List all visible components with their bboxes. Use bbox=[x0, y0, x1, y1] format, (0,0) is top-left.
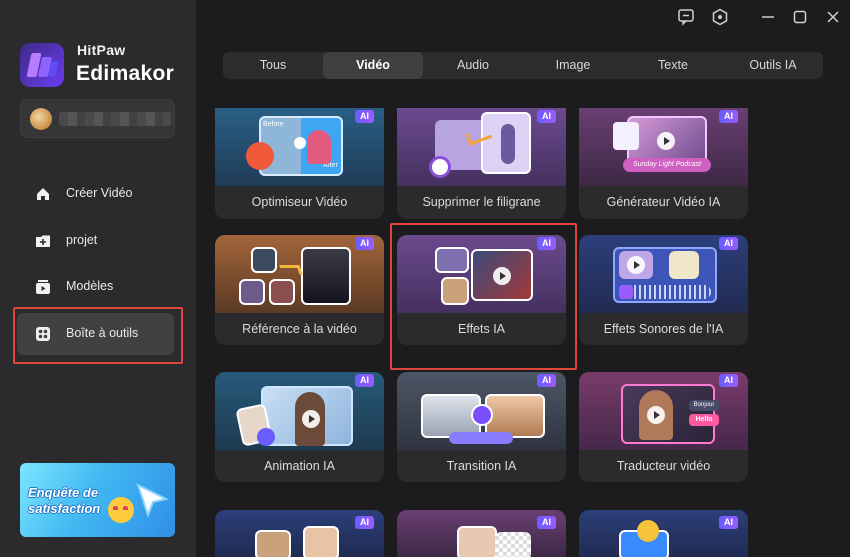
toolbox-highlight-box bbox=[13, 307, 183, 364]
tool-title: Animation IA bbox=[264, 459, 335, 473]
podcast-label: Sunday Light Podcast bbox=[623, 158, 711, 172]
settings-hexagon-icon[interactable] bbox=[711, 8, 729, 26]
brand-name-small: HitPaw bbox=[77, 42, 126, 58]
tool-card-partial[interactable]: AI bbox=[579, 510, 748, 557]
sidebar-item-label: projet bbox=[66, 233, 98, 247]
ai-badge: AI bbox=[537, 374, 556, 387]
document-icon bbox=[669, 251, 699, 279]
tool-title: Transition IA bbox=[446, 459, 517, 473]
tool-card-video-translator[interactable]: Bonjour Hello AI Traducteur vidéo bbox=[579, 372, 748, 482]
tool-card-video-enhancer[interactable]: Before After AI Optimiseur Vidéo bbox=[215, 108, 384, 219]
sidebar-item-templates[interactable]: Modèles bbox=[17, 266, 174, 308]
tool-card-ai-transition[interactable]: AI Transition IA bbox=[397, 372, 566, 482]
tab-video[interactable]: Vidéo bbox=[323, 52, 423, 79]
translation-bubble-en: Hello bbox=[689, 414, 719, 426]
play-icon bbox=[647, 406, 665, 424]
tab-image[interactable]: Image bbox=[523, 52, 623, 79]
before-label: Before bbox=[263, 121, 284, 128]
templates-icon bbox=[36, 280, 50, 294]
tab-ai-tools[interactable]: Outils IA bbox=[723, 52, 823, 79]
tab-all[interactable]: Tous bbox=[223, 52, 323, 79]
ai-badge: AI bbox=[719, 516, 738, 529]
transition-timeline bbox=[449, 432, 513, 444]
minimize-icon[interactable] bbox=[759, 8, 777, 26]
ai-effects-highlight-box bbox=[390, 223, 577, 370]
feedback-icon[interactable] bbox=[677, 8, 695, 26]
tool-title: Traducteur vidéo bbox=[616, 459, 711, 473]
ai-badge: AI bbox=[537, 516, 556, 529]
tool-title: Référence à la vidéo bbox=[242, 322, 357, 336]
tab-audio[interactable]: Audio bbox=[423, 52, 523, 79]
sidebar-item-project[interactable]: projet bbox=[17, 220, 174, 262]
ai-badge: AI bbox=[719, 237, 738, 250]
ai-badge: AI bbox=[537, 110, 556, 123]
tool-title: Générateur Vidéo IA bbox=[606, 195, 721, 209]
sidebar-item-label: Modèles bbox=[66, 279, 114, 293]
play-icon bbox=[657, 132, 675, 150]
username-redacted bbox=[59, 112, 171, 126]
satisfaction-survey-banner[interactable]: Enquête de satisfaction bbox=[20, 463, 175, 537]
account-button[interactable] bbox=[20, 99, 175, 138]
tool-card-watermark-remover[interactable]: AI Supprimer le filigrane bbox=[397, 108, 566, 219]
ai-badge: AI bbox=[355, 516, 374, 529]
music-note-icon bbox=[619, 285, 633, 299]
brand-name: Edimakor bbox=[76, 62, 175, 85]
app-logo bbox=[20, 43, 64, 87]
tool-card-ai-animation[interactable]: AI Animation IA bbox=[215, 372, 384, 482]
transition-icon bbox=[471, 404, 493, 426]
play-icon bbox=[302, 410, 320, 428]
folder-icon bbox=[36, 235, 50, 247]
tool-title: Supprimer le filigrane bbox=[422, 195, 541, 209]
heart-eyes-emoji-icon bbox=[108, 497, 134, 523]
sidebar-item-create-video[interactable]: Créer Vidéo bbox=[17, 173, 174, 215]
avatar bbox=[30, 108, 52, 130]
tool-card-ai-video-generator[interactable]: Sunday Light Podcast AI Générateur Vidéo… bbox=[579, 108, 748, 219]
ai-badge: AI bbox=[355, 110, 374, 123]
enhancer-app-icon bbox=[246, 142, 274, 170]
category-tabs: Tous Vidéo Audio Image Texte Outils IA bbox=[223, 52, 823, 79]
tool-title: Optimiseur Vidéo bbox=[251, 195, 348, 209]
play-icon bbox=[627, 256, 645, 274]
eraser-icon bbox=[429, 156, 451, 178]
ai-badge: AI bbox=[355, 374, 374, 387]
close-icon[interactable] bbox=[824, 8, 842, 26]
maximize-icon[interactable] bbox=[791, 8, 809, 26]
home-icon bbox=[37, 188, 49, 200]
tool-card-partial[interactable]: AI bbox=[215, 510, 384, 557]
tool-title: Effets Sonores de l'IA bbox=[603, 322, 724, 336]
tool-card-ai-sound-effects[interactable]: AI Effets Sonores de l'IA bbox=[579, 235, 748, 345]
ai-badge: AI bbox=[719, 110, 738, 123]
ai-badge: AI bbox=[719, 374, 738, 387]
sidebar-item-label: Créer Vidéo bbox=[66, 186, 133, 200]
ai-badge: AI bbox=[355, 237, 374, 250]
document-icon bbox=[613, 122, 639, 150]
ai-avatar-icon bbox=[257, 428, 275, 446]
tab-text[interactable]: Texte bbox=[623, 52, 723, 79]
sidebar: HitPaw Edimakor Créer Vidéo projet Modèl… bbox=[0, 0, 196, 557]
cursor-arrow-icon bbox=[136, 483, 169, 518]
tool-card-partial[interactable]: AI bbox=[397, 510, 566, 557]
tool-card-video-reference[interactable]: AI Référence à la vidéo bbox=[215, 235, 384, 345]
translation-bubble-fr: Bonjour bbox=[689, 400, 719, 411]
